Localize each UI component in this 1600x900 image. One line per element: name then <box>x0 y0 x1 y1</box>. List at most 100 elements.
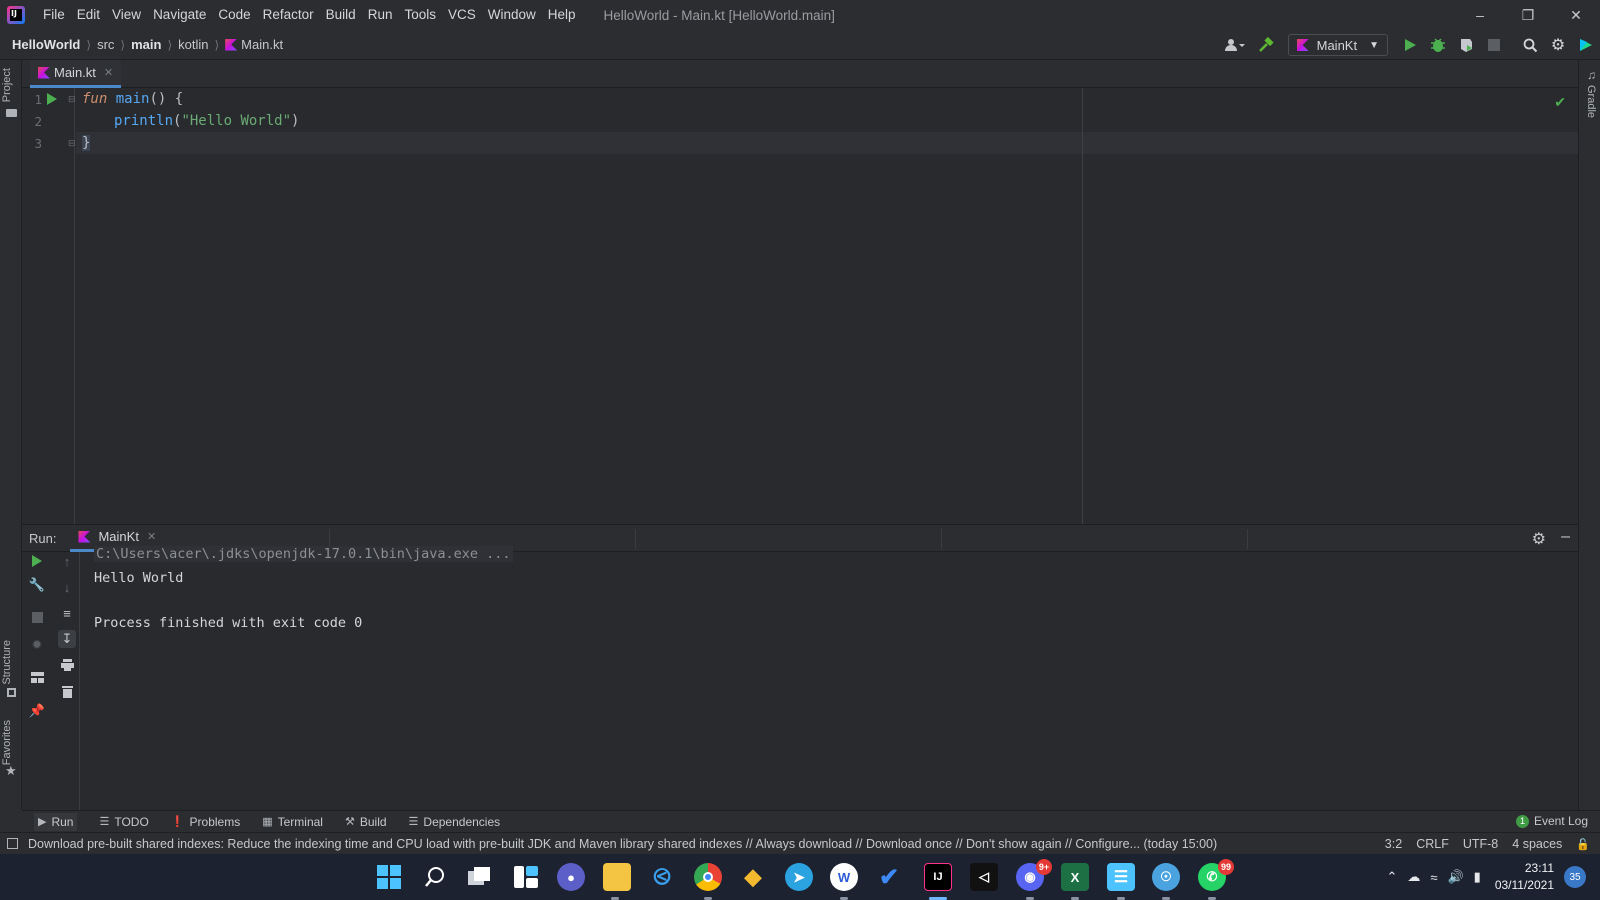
settings-gear-icon[interactable]: ⚙ <box>1546 33 1570 57</box>
menu-run[interactable]: Run <box>362 0 399 30</box>
battery-icon[interactable]: ▮ <box>1474 869 1481 885</box>
fold-icon[interactable]: ⊟ <box>68 94 76 105</box>
restore-icon[interactable]: ❐ <box>1504 0 1552 30</box>
toolbox-icon[interactable] <box>1574 33 1598 57</box>
coverage-icon[interactable] <box>1454 33 1478 57</box>
breadcrumb-project[interactable]: HelloWorld <box>12 37 80 52</box>
cloud-icon[interactable]: ☁ <box>1407 869 1420 885</box>
soft-wrap-icon[interactable]: ≡ <box>58 604 76 622</box>
chevron-up-icon[interactable]: ⌃ <box>1386 869 1397 885</box>
file-encoding[interactable]: UTF-8 <box>1463 837 1498 851</box>
rerun-icon[interactable] <box>28 552 46 570</box>
menu-file[interactable]: File <box>37 0 71 30</box>
discord-icon[interactable]: ◉ 9+ <box>1016 859 1052 891</box>
run-gutter-icon[interactable] <box>46 93 58 108</box>
tool-tab-build[interactable]: ⚒ Build <box>345 815 387 829</box>
menu-tools[interactable]: Tools <box>398 0 442 30</box>
tool-tab-todo[interactable]: ☰ TODO <box>99 815 148 829</box>
user-icon[interactable] <box>1220 33 1250 57</box>
wrench-icon[interactable]: 🔧 <box>28 576 46 594</box>
menu-navigate[interactable]: Navigate <box>147 0 212 30</box>
windows-start-icon[interactable] <box>375 863 403 891</box>
trash-icon[interactable] <box>58 682 76 700</box>
caret-position[interactable]: 3:2 <box>1385 837 1402 851</box>
list-icon: ☰ <box>99 816 110 828</box>
stop-all-icon[interactable]: ✹ <box>28 636 46 654</box>
volume-icon[interactable]: 🔊 <box>1447 869 1463 885</box>
print-icon[interactable] <box>58 656 76 674</box>
search-icon[interactable] <box>421 863 449 891</box>
run-configuration-select[interactable]: MainKt ▼ <box>1287 34 1388 56</box>
menu-window[interactable]: Window <box>482 0 542 30</box>
code-editor[interactable]: 1 2 3 ⊟ ⊟ ✔ fun main() { println("Hello … <box>22 88 1578 524</box>
unity-hub-icon[interactable]: ◁ <box>970 863 998 891</box>
vscode-icon[interactable]: ⧀ <box>648 863 676 891</box>
event-log-button[interactable]: 1 Event Log <box>1515 814 1588 828</box>
notification-badge[interactable]: 35 <box>1564 866 1586 888</box>
close-run-tab-icon[interactable]: ✕ <box>147 530 156 543</box>
menu-code[interactable]: Code <box>212 0 256 30</box>
debug-icon[interactable] <box>1426 33 1450 57</box>
layout-icon[interactable] <box>28 668 46 686</box>
inspection-ok-icon[interactable]: ✔ <box>1554 94 1566 111</box>
lock-icon[interactable]: 🔓 <box>1576 838 1590 851</box>
search-icon[interactable] <box>1518 33 1542 57</box>
excel-icon[interactable]: X <box>1061 863 1089 891</box>
tab-main-kt[interactable]: Main.kt ✕ <box>30 60 122 88</box>
close-window-icon[interactable]: ✕ <box>1552 0 1600 30</box>
maps-globe-icon[interactable]: ☉ <box>1152 863 1180 891</box>
console-command-line[interactable]: C:\Users\acer\.jdks\openjdk-17.0.1\bin\j… <box>94 546 513 562</box>
task-view-icon[interactable] <box>466 863 494 891</box>
build-hammer-icon[interactable] <box>1254 33 1278 57</box>
menu-build[interactable]: Build <box>320 0 362 30</box>
structure-tool-tab[interactable]: Structure <box>1 640 13 685</box>
settings-gear-icon[interactable]: ⚙ <box>1532 529 1546 549</box>
indent-setting[interactable]: 4 spaces <box>1512 837 1562 851</box>
widgets-icon[interactable] <box>512 863 540 891</box>
line-separator[interactable]: CRLF <box>1416 837 1449 851</box>
scroll-to-end-icon[interactable]: ↧ <box>58 630 76 648</box>
binance-icon[interactable]: ◆ <box>739 863 767 891</box>
console-command[interactable]: C:\Users\acer\.jdks\openjdk-17.0.1\bin\j… <box>94 546 513 562</box>
clock[interactable]: 23:11 03/11/2021 <box>1495 860 1554 894</box>
minimize-icon[interactable]: – <box>1456 0 1504 30</box>
breadcrumb-main[interactable]: main <box>131 37 161 52</box>
breadcrumb-kotlin[interactable]: kotlin <box>178 37 208 52</box>
menu-vcs[interactable]: VCS <box>442 0 482 30</box>
telegram-icon[interactable]: ➤ <box>785 863 813 891</box>
menu-view[interactable]: View <box>106 0 147 30</box>
tool-window-toggle-icon[interactable] <box>7 838 18 849</box>
favorites-tool-tab[interactable]: Favorites <box>1 720 13 765</box>
close-tab-icon[interactable]: ✕ <box>104 66 113 79</box>
whatsapp-icon[interactable]: ✆ 99 <box>1198 859 1234 891</box>
breadcrumb-file[interactable]: Main.kt <box>241 37 283 52</box>
file-explorer-icon[interactable] <box>603 863 631 891</box>
stop-icon[interactable] <box>1482 33 1506 57</box>
fold-end-icon[interactable]: ⊟ <box>68 138 76 149</box>
teams-chat-icon[interactable]: ● <box>557 863 585 891</box>
pin-icon[interactable]: 📌 <box>28 702 46 720</box>
wifi-icon[interactable]: ≈ <box>1430 870 1437 885</box>
notepad-icon[interactable]: ☰ <box>1107 863 1135 891</box>
menu-refactor[interactable]: Refactor <box>257 0 320 30</box>
tool-tab-problems[interactable]: ❗ Problems <box>171 815 240 829</box>
arrow-up-icon[interactable]: ↑ <box>58 552 76 570</box>
tool-tab-dependencies[interactable]: ☰ Dependencies <box>409 815 501 829</box>
stop-icon[interactable] <box>28 608 46 626</box>
intellij-icon[interactable]: IJ <box>924 863 952 891</box>
run-icon[interactable] <box>1398 33 1422 57</box>
arrow-down-icon[interactable]: ↓ <box>58 578 76 596</box>
menu-edit[interactable]: Edit <box>71 0 106 30</box>
menu-help[interactable]: Help <box>542 0 582 30</box>
tool-tab-terminal[interactable]: ▦ Terminal <box>262 815 323 829</box>
todo-check-icon[interactable]: ✔ <box>875 863 903 891</box>
app-w-icon[interactable]: W <box>830 863 858 891</box>
breadcrumb-src[interactable]: src <box>97 37 114 52</box>
project-tool-tab[interactable]: Project <box>1 68 13 102</box>
kotlin-file-icon <box>225 38 238 51</box>
hide-panel-icon[interactable]: – <box>1561 528 1570 546</box>
chrome-icon[interactable] <box>694 863 722 891</box>
tool-tab-run[interactable]: ▶ Run <box>34 812 78 831</box>
status-message[interactable]: Download pre-built shared indexes: Reduc… <box>28 837 1217 851</box>
gradle-tool-tab[interactable]: Gradle <box>1585 85 1597 118</box>
